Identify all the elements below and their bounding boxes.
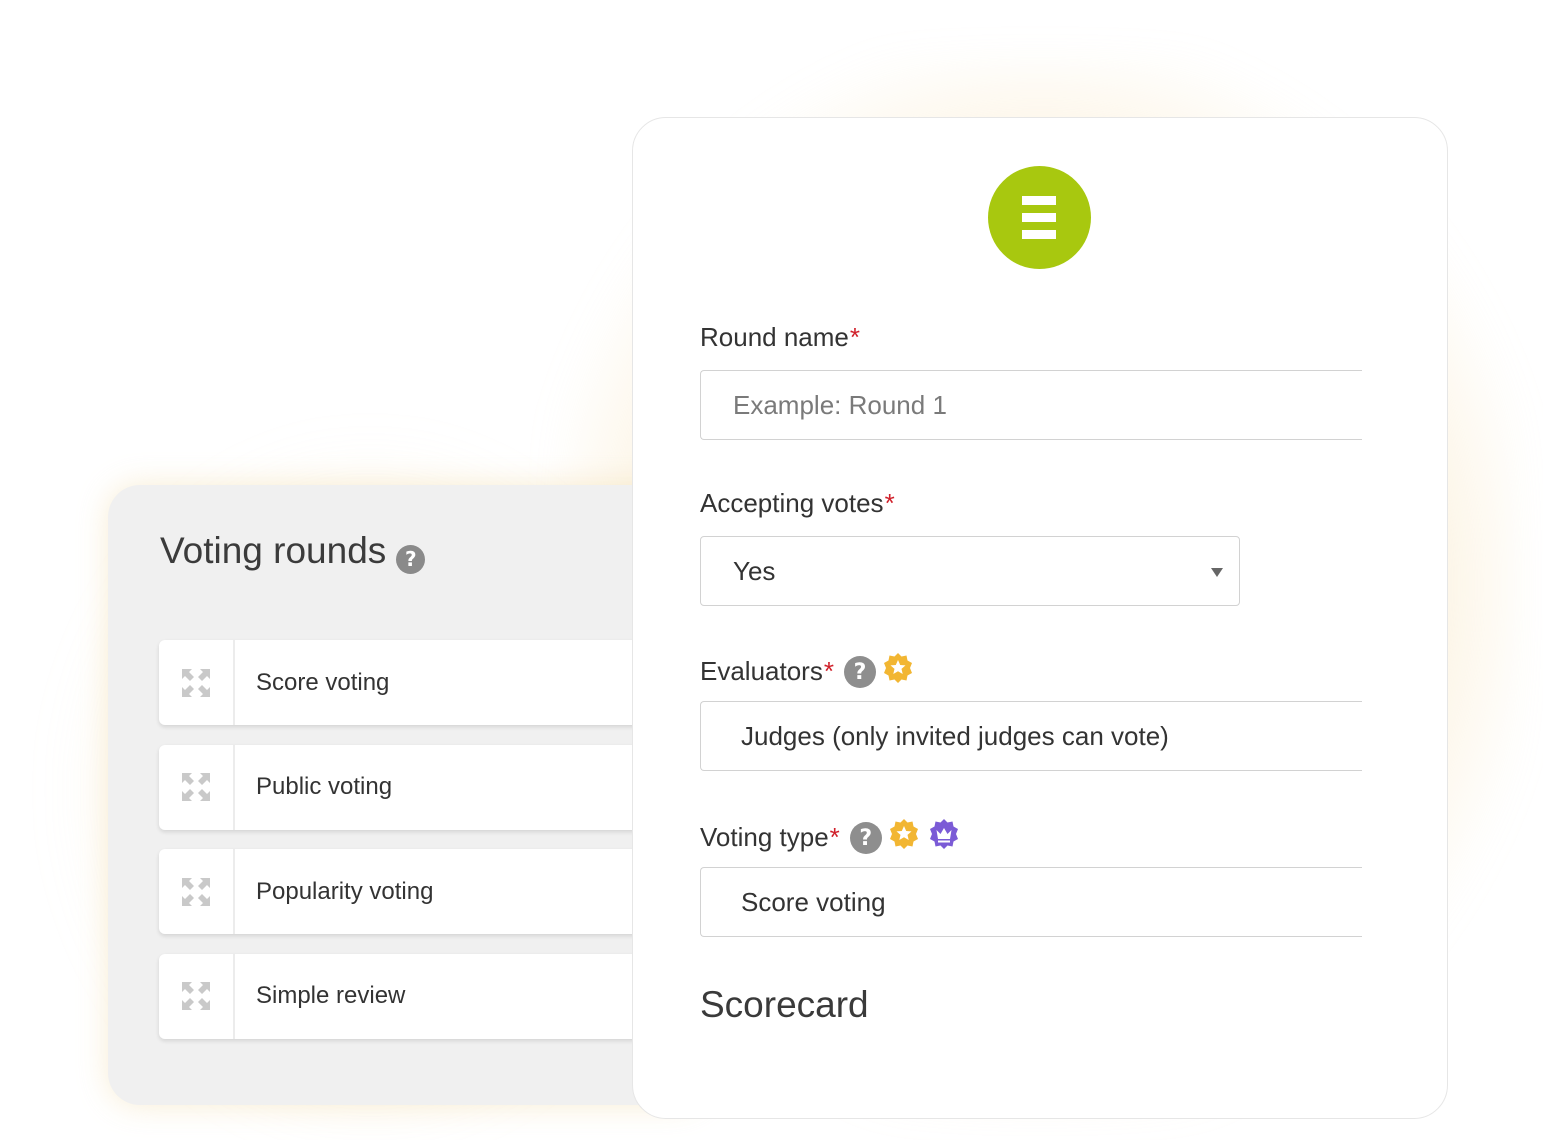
scorecard-heading: Scorecard (700, 984, 869, 1025)
evaluators-label-text: Evaluators (700, 656, 823, 686)
round-name-label-text: Round name (700, 322, 849, 352)
round-name-placeholder: Example: Round 1 (733, 389, 947, 420)
accepting-votes-label-text: Accepting votes (700, 488, 884, 518)
round-label: Public voting (256, 773, 393, 800)
voting-rounds-panel: Voting rounds ? Score voting Public voti… (108, 485, 719, 1105)
round-label: Score voting (256, 668, 390, 696)
gold-star-badge-icon (882, 652, 914, 691)
chevron-down-icon (1211, 568, 1223, 577)
brand-logo-icon (988, 166, 1091, 269)
question-circle-icon[interactable]: ? (396, 533, 426, 575)
voting-rounds-title: Voting rounds ? (160, 527, 426, 575)
drag-arrows-icon[interactable] (159, 849, 235, 934)
round-label: Simple review (256, 982, 406, 1009)
voting-type-label: Voting type * ? (700, 818, 960, 857)
required-mark: * (884, 488, 895, 518)
round-name-input[interactable]: Example: Round 1 (700, 370, 1362, 440)
required-mark: * (829, 822, 840, 852)
voting-rounds-heading: Voting rounds (160, 530, 387, 571)
question-circle-icon[interactable]: ? (843, 655, 876, 689)
evaluators-field[interactable]: Judges (only invited judges can vote) (700, 701, 1362, 771)
required-mark: * (823, 656, 834, 686)
question-circle-icon[interactable]: ? (849, 821, 882, 855)
drag-arrows-icon[interactable] (159, 744, 235, 830)
gold-star-badge-icon (888, 818, 920, 857)
evaluators-label: Evaluators * ? (700, 652, 914, 691)
evaluators-value: Judges (only invited judges can vote) (741, 720, 1169, 751)
accepting-votes-value: Yes (733, 555, 776, 586)
required-mark: * (849, 322, 861, 352)
voting-type-field[interactable]: Score voting (700, 867, 1362, 937)
voting-type-label-text: Voting type (700, 822, 829, 852)
round-label: Popularity voting (256, 877, 434, 905)
drag-arrows-icon[interactable] (159, 953, 235, 1039)
purple-crown-badge-icon (928, 818, 960, 857)
round-form-panel: Round name * Example: Round 1 Accepting v… (632, 117, 1448, 1119)
round-name-label: Round name * (700, 322, 860, 353)
drag-arrows-icon[interactable] (159, 640, 235, 725)
accepting-votes-label: Accepting votes * (700, 488, 895, 519)
voting-type-value: Score voting (741, 886, 886, 917)
accepting-votes-select[interactable]: Yes (700, 536, 1240, 606)
